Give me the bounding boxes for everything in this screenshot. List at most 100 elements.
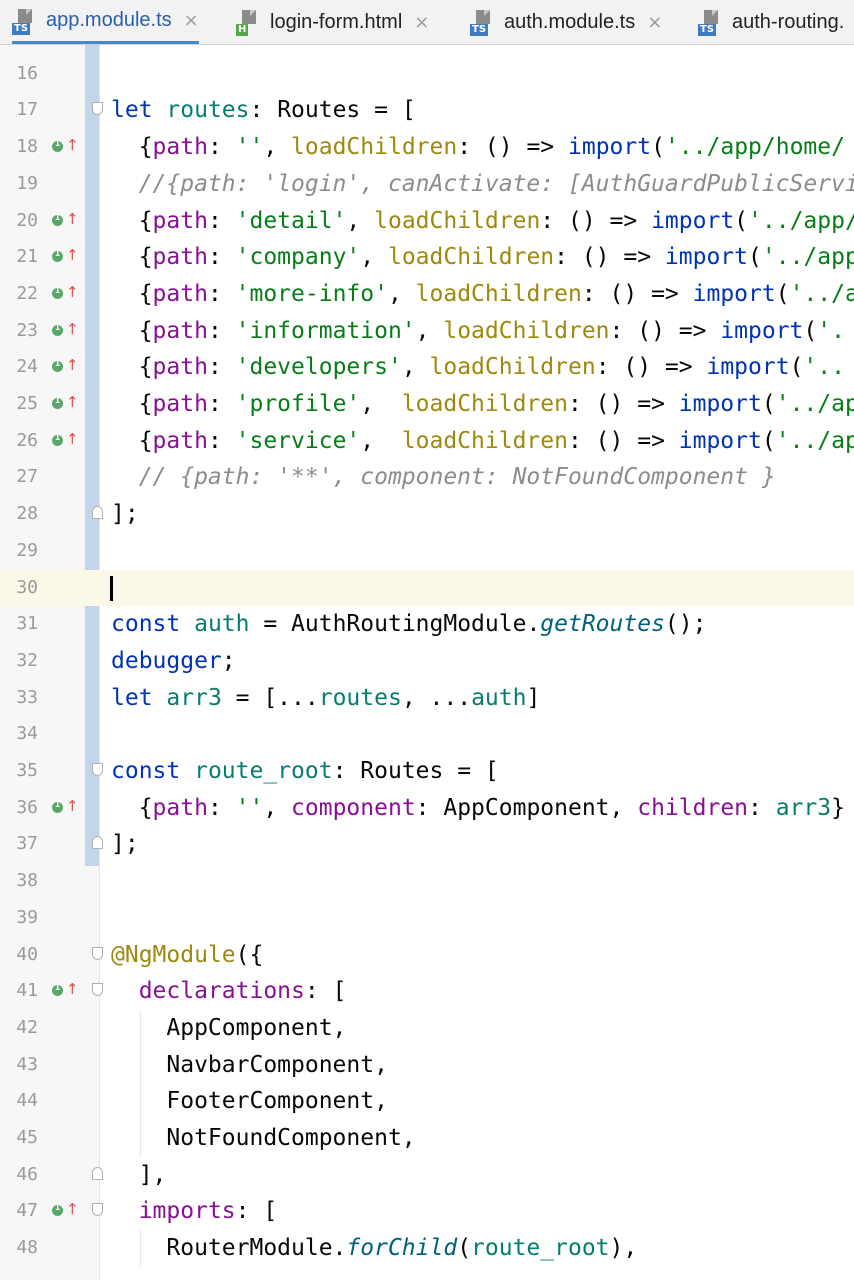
code-token: auth <box>471 684 527 711</box>
line-number: 47 <box>16 1200 38 1222</box>
code-line[interactable]: 47 ↑ imports: [ <box>0 1193 854 1230</box>
code-line[interactable]: 18 ↑ {path: '', loadChildren: () => impor… <box>0 129 854 166</box>
tab-auth-module-ts[interactable]: TS auth.module.ts × <box>470 0 662 44</box>
code-line[interactable]: 43 NavbarComponent, <box>0 1047 854 1084</box>
tab-label: app.module.ts <box>46 9 172 31</box>
code-token: '' <box>235 134 264 161</box>
line-number: 20 <box>16 209 38 231</box>
close-icon[interactable]: × <box>184 10 199 31</box>
code-token: path <box>152 354 208 381</box>
implements-gutter-icon[interactable]: ↑ <box>50 980 79 999</box>
code-token: , <box>360 427 402 454</box>
code-token: : <box>207 134 236 161</box>
code-token: path <box>152 134 208 161</box>
implements-gutter-icon[interactable]: ↑ <box>50 430 79 449</box>
code-token: : <box>207 794 236 821</box>
code-line[interactable]: 26 ↑ {path: 'service', loadChildren: () =… <box>0 423 854 460</box>
code-line[interactable]: 29 <box>0 533 854 570</box>
code-token: routes <box>166 97 250 124</box>
code-line[interactable]: 38 <box>0 863 854 900</box>
code-line[interactable]: 42 AppComponent, <box>0 1010 854 1047</box>
code-token: arr3 <box>166 684 222 711</box>
fold-toggle-icon[interactable] <box>92 102 103 116</box>
implements-gutter-icon[interactable]: ↑ <box>50 210 79 229</box>
implements-gutter-icon[interactable]: ↑ <box>50 246 79 265</box>
code-token: import <box>568 134 652 161</box>
implements-gutter-icon[interactable]: ↑ <box>50 1200 79 1219</box>
implements-gutter-icon[interactable]: ↑ <box>50 393 79 412</box>
code-line[interactable]: 23 ↑ {path: 'information', loadChildren: … <box>0 313 854 350</box>
code-line[interactable]: 33 let arr3 = [...routes, ...auth] <box>0 680 854 717</box>
line-number: 44 <box>16 1090 38 1112</box>
current-code-line[interactable]: 30 <box>0 569 854 607</box>
fold-toggle-icon[interactable] <box>92 946 103 960</box>
code-token: FooterComponent, <box>111 1088 388 1115</box>
code-token: '' <box>235 794 264 821</box>
code-line[interactable]: 34 <box>0 716 854 753</box>
code-line[interactable]: 15 <box>0 45 854 56</box>
code-line[interactable]: 35 const route_root: Routes = [ <box>0 753 854 790</box>
code-line[interactable]: 17 let routes: Routes = [ <box>0 92 854 129</box>
code-token: ( <box>775 280 790 307</box>
code-token: { <box>111 317 153 344</box>
code-line[interactable]: 48 RouterModule.forChild(route_root), <box>0 1230 854 1267</box>
code-line[interactable]: 41 ↑ declarations: [ <box>0 973 854 1010</box>
code-token: ( <box>748 244 762 271</box>
code-token: loadChildren <box>387 244 555 271</box>
code-line[interactable]: 32 debugger; <box>0 643 854 680</box>
code-line[interactable]: 20 ↑ {path: 'detail', loadChildren: () =>… <box>0 203 854 240</box>
close-icon[interactable]: × <box>647 12 662 33</box>
code-token: ({ <box>235 941 264 968</box>
tab-label: auth-routing. <box>732 10 845 33</box>
line-number: 43 <box>16 1053 38 1075</box>
code-token: const <box>111 758 181 784</box>
code-line[interactable]: 19 //{path: 'login', canActivate: [AuthG… <box>0 166 854 203</box>
code-line[interactable]: 31 const auth = AuthRoutingModule.getRout… <box>0 606 854 643</box>
close-icon[interactable]: × <box>414 12 429 33</box>
line-number: 35 <box>16 760 38 781</box>
code-line[interactable]: 24 ↑ {path: 'developers', loadChildren: (… <box>0 349 854 386</box>
tab-app-module-ts[interactable]: TS app.module.ts × <box>12 0 199 44</box>
code-editor[interactable]: 151617let routes: Routes = [18↑ {path: '… <box>0 45 854 1280</box>
code-token: : [ <box>235 1198 278 1225</box>
fold-toggle-icon[interactable] <box>92 836 103 850</box>
code-token: loadChildren <box>443 317 610 344</box>
code-line[interactable]: 44 FooterComponent, <box>0 1083 854 1120</box>
ts-file-icon: TS <box>470 8 496 36</box>
fold-toggle-icon[interactable] <box>92 1166 103 1180</box>
tab-auth-routing[interactable]: TS auth-routing. <box>698 0 844 44</box>
code-line[interactable]: 45 NotFoundComponent, <box>0 1120 854 1157</box>
ts-file-icon: TS <box>698 8 724 36</box>
code-line[interactable]: 40 @NgModule({ <box>0 937 854 974</box>
implements-gutter-icon[interactable]: ↑ <box>50 320 79 339</box>
code-token: AppComponent, <box>111 1014 347 1041</box>
code-line[interactable]: 16 <box>0 56 854 93</box>
code-line[interactable]: 28]; <box>0 496 854 533</box>
code-token: '../ap <box>775 427 854 454</box>
fold-toggle-icon[interactable] <box>92 763 103 776</box>
code-token: ( <box>761 391 776 417</box>
fold-toggle-icon[interactable] <box>92 983 103 997</box>
code-token: '../app <box>761 244 854 271</box>
code-token: RouterModule. <box>111 1235 347 1262</box>
code-line[interactable]: 37]; <box>0 826 854 863</box>
code-line[interactable]: 27 // {path: '**', component: NotFoundCo… <box>0 459 854 496</box>
code-text: {path: '', component: AppComponent, chil… <box>111 790 845 827</box>
code-line[interactable]: 25 ↑ {path: 'profile', loadChildren: () =… <box>0 386 854 423</box>
code-line[interactable]: 22 ↑ {path: 'more-info', loadChildren: ()… <box>0 276 854 313</box>
implements-gutter-icon[interactable]: ↑ <box>50 136 79 155</box>
code-line[interactable]: 36 ↑ {path: '', component: AppComponent, … <box>0 790 854 827</box>
code-line[interactable]: 46 ], <box>0 1157 854 1194</box>
fold-toggle-icon[interactable] <box>92 1203 103 1217</box>
fold-toggle-icon[interactable] <box>92 506 103 520</box>
implements-gutter-icon[interactable]: ↑ <box>50 283 79 302</box>
code-line[interactable]: 21 ↑ {path: 'company', loadChildren: () =… <box>0 239 854 276</box>
implements-gutter-icon[interactable]: ↑ <box>50 356 79 375</box>
code-line[interactable]: 39 <box>0 900 854 937</box>
tab-login-form-html[interactable]: Hlogin-form.html × <box>236 0 429 44</box>
line-number: 27 <box>16 466 38 488</box>
code-text: NotFoundComponent, <box>111 1120 415 1157</box>
code-token: ( <box>734 207 749 234</box>
implements-gutter-icon[interactable]: ↑ <box>50 797 79 816</box>
